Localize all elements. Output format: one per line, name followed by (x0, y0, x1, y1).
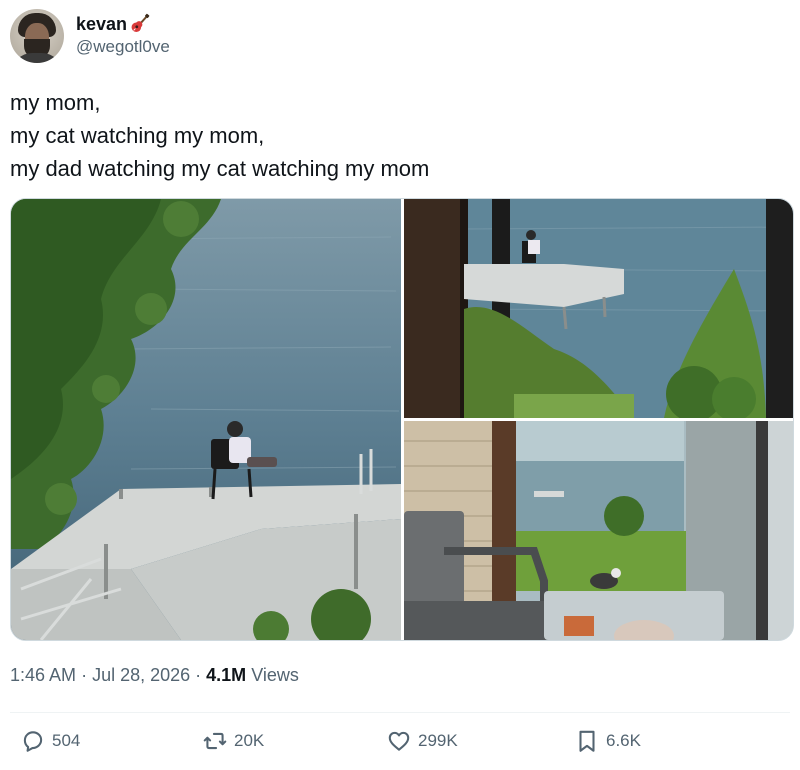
heart-icon (388, 731, 410, 751)
author-names: kevan @wegotl0ve (76, 13, 170, 59)
reply-icon (23, 731, 43, 752)
tweet-date[interactable]: Jul 28, 2026 (92, 665, 190, 685)
meta-separator: · (195, 665, 207, 685)
photo-cat-watching-mom[interactable] (404, 199, 793, 418)
display-name[interactable]: kevan (76, 13, 127, 35)
photo-mom-on-dock[interactable] (11, 199, 401, 640)
repost-icon (203, 732, 227, 750)
media-grid (10, 198, 794, 641)
views-count: 4.1M (206, 665, 247, 685)
repost-count: 20K (234, 731, 265, 750)
tweet-actions: 504 20K 299K 6.6K (0, 728, 800, 764)
like-button[interactable]: 299K (386, 728, 458, 754)
tweet-line: my cat watching my mom, (10, 123, 265, 148)
guitar-icon (131, 13, 150, 32)
meta-separator: · (81, 665, 93, 685)
reply-count: 504 (52, 731, 81, 750)
tweet-header: kevan @wegotl0ve (10, 8, 170, 64)
tweet: kevan @wegotl0ve my mom, my cat watching… (0, 0, 800, 770)
tweet-line: my dad watching my cat watching my mom (10, 156, 430, 181)
bookmark-count: 6.6K (606, 731, 641, 750)
tweet-time[interactable]: 1:46 AM (10, 665, 76, 685)
bookmark-icon (579, 730, 595, 752)
tweet-text: my mom, my cat watching my mom, my dad w… (10, 86, 429, 185)
repost-button[interactable]: 20K (202, 728, 264, 754)
avatar[interactable] (10, 9, 64, 63)
reply-button[interactable]: 504 (20, 728, 80, 754)
display-name-row: kevan (76, 13, 170, 35)
photo-dad-watching-cat[interactable] (404, 421, 793, 640)
views-label: Views (251, 665, 299, 685)
bookmark-button[interactable]: 6.6K (574, 728, 641, 754)
tweet-meta: 1:46 AM · Jul 28, 2026 · 4.1M Views (10, 665, 299, 686)
divider (10, 712, 790, 713)
handle[interactable]: @wegotl0ve (76, 35, 170, 59)
tweet-line: my mom, (10, 90, 101, 115)
like-count: 299K (418, 731, 458, 750)
